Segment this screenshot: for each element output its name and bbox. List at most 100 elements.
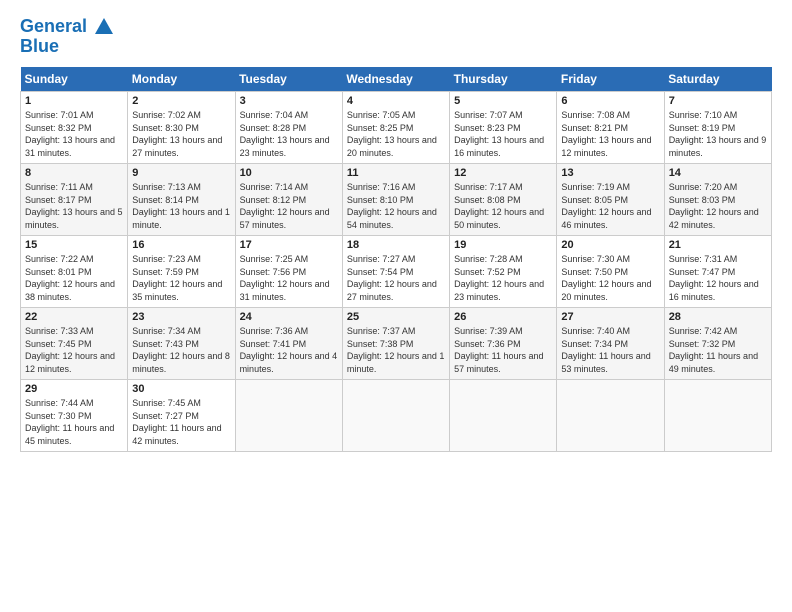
logo-icon [93,16,115,38]
day-info: Sunrise: 7:39 AMSunset: 7:36 PMDaylight:… [454,326,543,374]
day-info: Sunrise: 7:10 AMSunset: 8:19 PMDaylight:… [669,110,767,158]
calendar-cell [235,379,342,451]
day-number: 29 [25,383,123,395]
day-number: 13 [561,167,659,179]
calendar-cell: 21 Sunrise: 7:31 AMSunset: 7:47 PMDaylig… [664,235,771,307]
day-info: Sunrise: 7:45 AMSunset: 7:27 PMDaylight:… [132,398,221,446]
day-info: Sunrise: 7:11 AMSunset: 8:17 PMDaylight:… [25,182,123,230]
calendar-cell: 12 Sunrise: 7:17 AMSunset: 8:08 PMDaylig… [450,163,557,235]
week-row-2: 8 Sunrise: 7:11 AMSunset: 8:17 PMDayligh… [21,163,772,235]
day-number: 11 [347,167,445,179]
calendar-cell: 29 Sunrise: 7:44 AMSunset: 7:30 PMDaylig… [21,379,128,451]
calendar-cell: 10 Sunrise: 7:14 AMSunset: 8:12 PMDaylig… [235,163,342,235]
calendar-cell: 17 Sunrise: 7:25 AMSunset: 7:56 PMDaylig… [235,235,342,307]
header-row: SundayMondayTuesdayWednesdayThursdayFrid… [21,67,772,92]
logo-general: General [20,16,87,36]
calendar-cell: 24 Sunrise: 7:36 AMSunset: 7:41 PMDaylig… [235,307,342,379]
day-info: Sunrise: 7:23 AMSunset: 7:59 PMDaylight:… [132,254,222,302]
header-day-wednesday: Wednesday [342,67,449,92]
day-number: 1 [25,95,123,107]
day-number: 8 [25,167,123,179]
day-number: 27 [561,311,659,323]
day-info: Sunrise: 7:17 AMSunset: 8:08 PMDaylight:… [454,182,544,230]
logo-text: General [20,16,116,38]
calendar-cell: 5 Sunrise: 7:07 AMSunset: 8:23 PMDayligh… [450,91,557,163]
week-row-4: 22 Sunrise: 7:33 AMSunset: 7:45 PMDaylig… [21,307,772,379]
header-day-friday: Friday [557,67,664,92]
calendar-cell: 9 Sunrise: 7:13 AMSunset: 8:14 PMDayligh… [128,163,235,235]
header-day-monday: Monday [128,67,235,92]
calendar-cell: 18 Sunrise: 7:27 AMSunset: 7:54 PMDaylig… [342,235,449,307]
day-info: Sunrise: 7:36 AMSunset: 7:41 PMDaylight:… [240,326,338,374]
week-row-3: 15 Sunrise: 7:22 AMSunset: 8:01 PMDaylig… [21,235,772,307]
day-info: Sunrise: 7:31 AMSunset: 7:47 PMDaylight:… [669,254,759,302]
day-info: Sunrise: 7:25 AMSunset: 7:56 PMDaylight:… [240,254,330,302]
day-info: Sunrise: 7:04 AMSunset: 8:28 PMDaylight:… [240,110,330,158]
calendar-cell: 1 Sunrise: 7:01 AMSunset: 8:32 PMDayligh… [21,91,128,163]
day-number: 30 [132,383,230,395]
header-day-saturday: Saturday [664,67,771,92]
calendar-cell: 28 Sunrise: 7:42 AMSunset: 7:32 PMDaylig… [664,307,771,379]
day-info: Sunrise: 7:44 AMSunset: 7:30 PMDaylight:… [25,398,114,446]
day-number: 3 [240,95,338,107]
day-number: 19 [454,239,552,251]
day-number: 15 [25,239,123,251]
day-number: 25 [347,311,445,323]
header-day-thursday: Thursday [450,67,557,92]
day-number: 14 [669,167,767,179]
calendar-cell: 22 Sunrise: 7:33 AMSunset: 7:45 PMDaylig… [21,307,128,379]
day-info: Sunrise: 7:42 AMSunset: 7:32 PMDaylight:… [669,326,758,374]
calendar-cell: 19 Sunrise: 7:28 AMSunset: 7:52 PMDaylig… [450,235,557,307]
day-number: 6 [561,95,659,107]
calendar-cell: 30 Sunrise: 7:45 AMSunset: 7:27 PMDaylig… [128,379,235,451]
calendar-cell: 3 Sunrise: 7:04 AMSunset: 8:28 PMDayligh… [235,91,342,163]
header-day-tuesday: Tuesday [235,67,342,92]
calendar-cell: 23 Sunrise: 7:34 AMSunset: 7:43 PMDaylig… [128,307,235,379]
day-info: Sunrise: 7:14 AMSunset: 8:12 PMDaylight:… [240,182,330,230]
day-info: Sunrise: 7:33 AMSunset: 7:45 PMDaylight:… [25,326,115,374]
calendar-cell [450,379,557,451]
week-row-5: 29 Sunrise: 7:44 AMSunset: 7:30 PMDaylig… [21,379,772,451]
calendar-cell: 15 Sunrise: 7:22 AMSunset: 8:01 PMDaylig… [21,235,128,307]
day-number: 21 [669,239,767,251]
calendar-cell [664,379,771,451]
day-info: Sunrise: 7:28 AMSunset: 7:52 PMDaylight:… [454,254,544,302]
calendar-cell: 2 Sunrise: 7:02 AMSunset: 8:30 PMDayligh… [128,91,235,163]
calendar-cell: 26 Sunrise: 7:39 AMSunset: 7:36 PMDaylig… [450,307,557,379]
logo: General Blue [20,16,116,57]
week-row-1: 1 Sunrise: 7:01 AMSunset: 8:32 PMDayligh… [21,91,772,163]
calendar-cell: 13 Sunrise: 7:19 AMSunset: 8:05 PMDaylig… [557,163,664,235]
day-number: 24 [240,311,338,323]
day-info: Sunrise: 7:37 AMSunset: 7:38 PMDaylight:… [347,326,445,374]
day-number: 18 [347,239,445,251]
day-info: Sunrise: 7:27 AMSunset: 7:54 PMDaylight:… [347,254,437,302]
day-number: 28 [669,311,767,323]
calendar-cell [342,379,449,451]
day-number: 12 [454,167,552,179]
day-number: 7 [669,95,767,107]
logo-blue: Blue [20,36,116,57]
day-number: 17 [240,239,338,251]
calendar-cell: 8 Sunrise: 7:11 AMSunset: 8:17 PMDayligh… [21,163,128,235]
day-info: Sunrise: 7:19 AMSunset: 8:05 PMDaylight:… [561,182,651,230]
calendar-body: 1 Sunrise: 7:01 AMSunset: 8:32 PMDayligh… [21,91,772,451]
day-info: Sunrise: 7:05 AMSunset: 8:25 PMDaylight:… [347,110,437,158]
day-info: Sunrise: 7:30 AMSunset: 7:50 PMDaylight:… [561,254,651,302]
calendar-header: SundayMondayTuesdayWednesdayThursdayFrid… [21,67,772,92]
day-info: Sunrise: 7:16 AMSunset: 8:10 PMDaylight:… [347,182,437,230]
calendar-cell: 25 Sunrise: 7:37 AMSunset: 7:38 PMDaylig… [342,307,449,379]
day-number: 20 [561,239,659,251]
day-info: Sunrise: 7:40 AMSunset: 7:34 PMDaylight:… [561,326,650,374]
header-day-sunday: Sunday [21,67,128,92]
calendar-cell: 14 Sunrise: 7:20 AMSunset: 8:03 PMDaylig… [664,163,771,235]
day-number: 16 [132,239,230,251]
calendar-cell: 27 Sunrise: 7:40 AMSunset: 7:34 PMDaylig… [557,307,664,379]
day-number: 22 [25,311,123,323]
header: General Blue [20,16,772,57]
day-info: Sunrise: 7:07 AMSunset: 8:23 PMDaylight:… [454,110,544,158]
day-info: Sunrise: 7:01 AMSunset: 8:32 PMDaylight:… [25,110,115,158]
day-info: Sunrise: 7:08 AMSunset: 8:21 PMDaylight:… [561,110,651,158]
day-number: 10 [240,167,338,179]
calendar-cell: 20 Sunrise: 7:30 AMSunset: 7:50 PMDaylig… [557,235,664,307]
day-info: Sunrise: 7:22 AMSunset: 8:01 PMDaylight:… [25,254,115,302]
